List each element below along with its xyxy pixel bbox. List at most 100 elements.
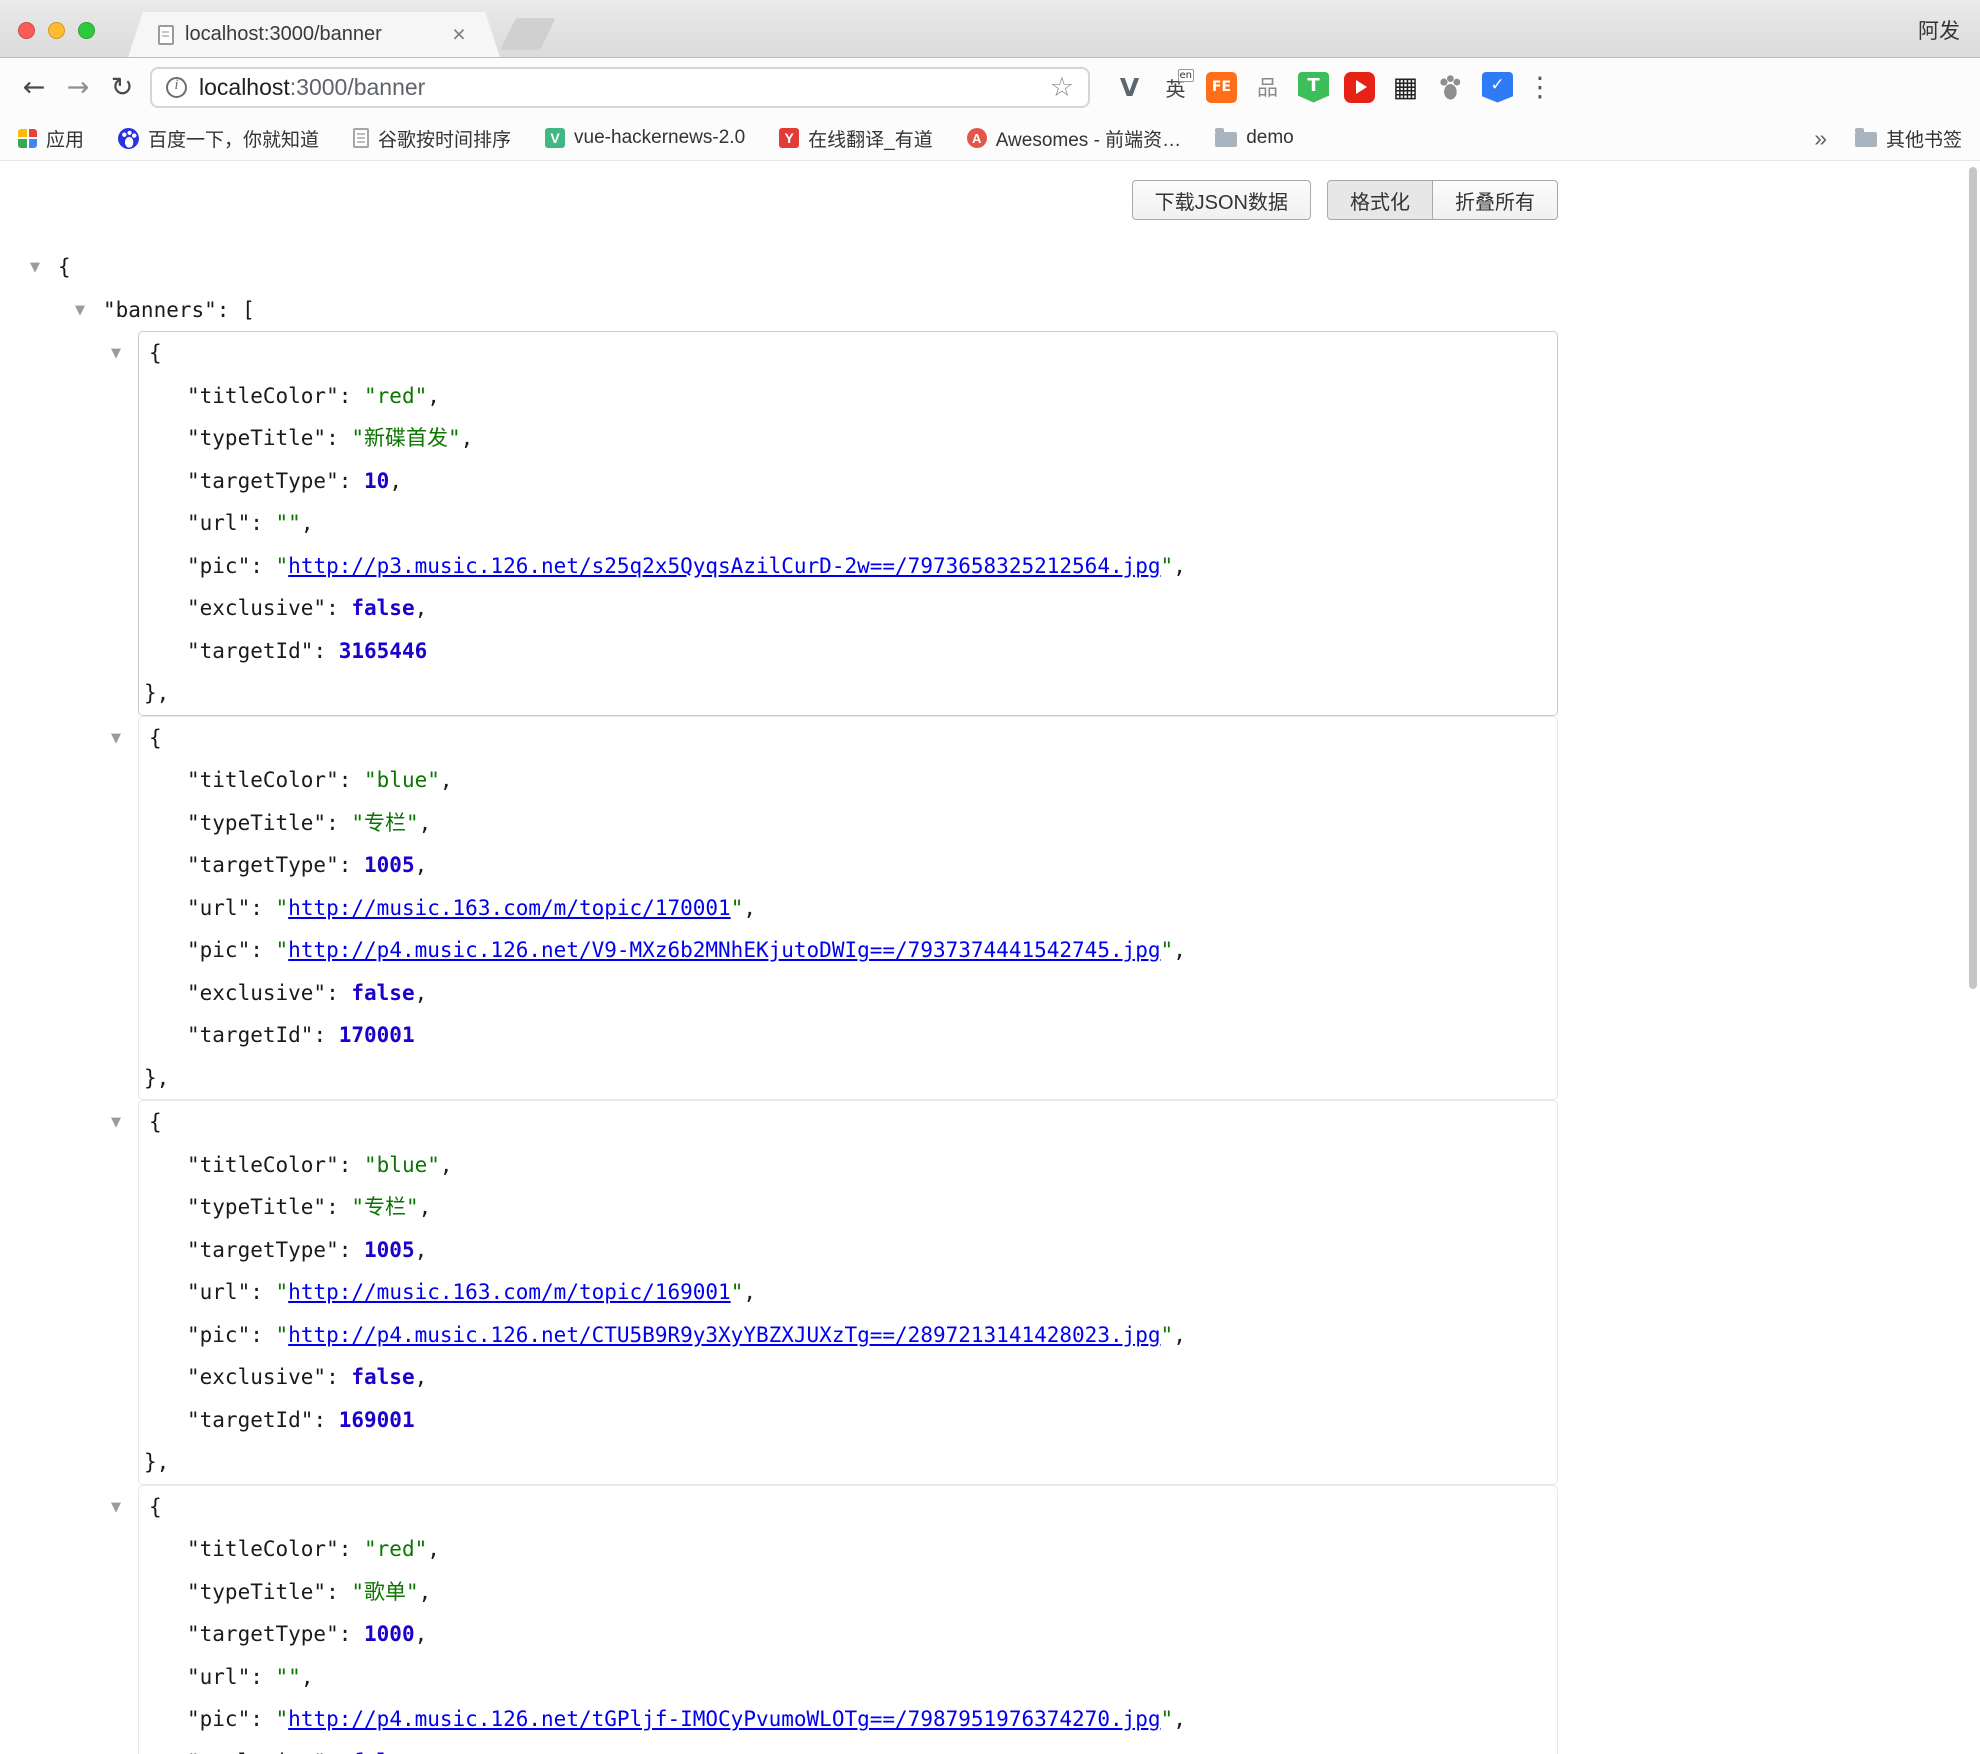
- banner-object: {"titleColor": "red","typeTitle": "歌单","…: [138, 1485, 1558, 1754]
- youtube-extension-icon[interactable]: [1344, 72, 1375, 103]
- json-line: },: [139, 1441, 1557, 1484]
- collapse-arrow-icon[interactable]: [30, 247, 40, 290]
- json-token: "red": [364, 384, 427, 408]
- back-button[interactable]: [12, 65, 56, 109]
- traffic-lights: [18, 22, 95, 39]
- json-line: "pic": "http://p4.music.126.net/V9-MXz6b…: [139, 929, 1557, 972]
- tampermonkey-extension-icon[interactable]: [1298, 72, 1329, 103]
- page-icon: [353, 128, 369, 148]
- json-token: "typeTitle": [187, 1195, 326, 1219]
- reload-button[interactable]: [100, 65, 144, 109]
- collapse-arrow-icon[interactable]: [75, 290, 85, 333]
- minimize-window-button[interactable]: [48, 22, 65, 39]
- json-token: "pic": [187, 1323, 250, 1347]
- json-token: 1005: [364, 1238, 415, 1262]
- translate-extension-icon[interactable]: [1160, 72, 1191, 103]
- json-link[interactable]: http://p4.music.126.net/tGPljf-IMOCyPvum…: [288, 1707, 1160, 1731]
- json-token: "": [276, 511, 301, 535]
- collapse-arrow-icon[interactable]: [111, 333, 121, 376]
- json-token: ,: [415, 853, 428, 877]
- json-token: ": [276, 896, 289, 920]
- json-token: {: [149, 1495, 162, 1519]
- paw-glyph: [1436, 72, 1467, 103]
- vue-icon: [545, 128, 565, 148]
- url-text[interactable]: localhost:3000/banner: [199, 74, 1038, 101]
- json-token: ,: [415, 596, 428, 620]
- org-extension-icon[interactable]: [1252, 72, 1283, 103]
- zoom-window-button[interactable]: [78, 22, 95, 39]
- json-line: "titleColor": "red",: [139, 375, 1557, 418]
- json-token: :: [326, 426, 351, 450]
- json-token: ": [1161, 938, 1174, 962]
- json-link[interactable]: http://p4.music.126.net/V9-MXz6b2MNhEKju…: [288, 938, 1160, 962]
- bookmarks-overflow-chevron[interactable]: »: [1814, 125, 1827, 152]
- json-token: :: [250, 554, 275, 578]
- bookmark-google-sort[interactable]: 谷歌按时间排序: [353, 125, 511, 152]
- bookmark-star-icon[interactable]: [1050, 72, 1074, 103]
- close-window-button[interactable]: [18, 22, 35, 39]
- json-line: },: [139, 672, 1557, 715]
- scrollbar[interactable]: [1969, 167, 1977, 989]
- json-token: "titleColor": [187, 768, 339, 792]
- profile-name[interactable]: 阿发: [1918, 15, 1960, 45]
- json-token: ": [276, 1280, 289, 1304]
- json-link[interactable]: http://p4.music.126.net/CTU5B9R9y3XyYBZX…: [288, 1323, 1160, 1347]
- json-token: :: [250, 896, 275, 920]
- json-token: "targetType": [187, 1622, 339, 1646]
- json-line: "typeTitle": "专栏",: [139, 802, 1557, 845]
- json-token: :: [339, 1238, 364, 1262]
- json-token: "blue": [364, 1153, 440, 1177]
- json-token: ": [731, 1280, 744, 1304]
- json-line: "exclusive": false,: [139, 1356, 1557, 1399]
- json-link[interactable]: http://music.163.com/m/topic/169001: [288, 1280, 731, 1304]
- json-token: 170001: [339, 1023, 415, 1047]
- format-button[interactable]: 格式化: [1327, 180, 1433, 220]
- json-line: "titleColor": "blue",: [139, 759, 1557, 802]
- forward-button[interactable]: [56, 65, 100, 109]
- download-json-button[interactable]: 下载JSON数据: [1132, 180, 1311, 220]
- bookmark-apps[interactable]: 应用: [18, 125, 84, 152]
- browser-tab[interactable]: localhost:3000/banner: [128, 12, 500, 57]
- qrcode-extension-icon[interactable]: [1390, 72, 1421, 103]
- json-token: ,: [415, 981, 428, 1005]
- collapse-all-button[interactable]: 折叠所有: [1433, 180, 1558, 220]
- tab-close-icon[interactable]: [448, 23, 470, 46]
- json-token: ,: [1173, 1323, 1186, 1347]
- bookmark-demo[interactable]: demo: [1215, 127, 1294, 149]
- site-info-icon[interactable]: [166, 77, 187, 98]
- json-token: "url": [187, 896, 250, 920]
- json-token: "titleColor": [187, 384, 339, 408]
- baidu-icon: [118, 128, 139, 149]
- security-extension-icon[interactable]: [1482, 72, 1513, 103]
- json-token: ,: [1173, 1707, 1186, 1731]
- json-link[interactable]: http://music.163.com/m/topic/170001: [288, 896, 731, 920]
- collapse-arrow-icon[interactable]: [111, 718, 121, 761]
- json-token: :: [313, 1408, 338, 1432]
- json-token: ": [731, 896, 744, 920]
- collapse-arrow-icon[interactable]: [111, 1487, 121, 1530]
- json-token: "exclusive": [187, 981, 326, 1005]
- bookmark-baidu[interactable]: 百度一下，你就知道: [118, 125, 319, 152]
- fe-helper-extension-icon[interactable]: [1206, 72, 1237, 103]
- banner-object: {"titleColor": "blue","typeTitle": "专栏",…: [138, 716, 1558, 1101]
- address-bar[interactable]: localhost:3000/banner: [150, 67, 1090, 108]
- json-token: 3165446: [339, 639, 428, 663]
- bookmark-awesomes[interactable]: Awesomes - 前端资…: [967, 125, 1181, 152]
- bookmark-youdao-translate[interactable]: 在线翻译_有道: [779, 125, 933, 152]
- json-token: :: [339, 1153, 364, 1177]
- vimium-extension-icon[interactable]: [1114, 72, 1145, 103]
- paw-extension-icon[interactable]: [1436, 72, 1467, 103]
- bookmark-vue-hackernews[interactable]: vue-hackernews-2.0: [545, 127, 745, 149]
- collapse-arrow-icon[interactable]: [111, 1102, 121, 1145]
- json-token: "banners": [103, 298, 217, 322]
- json-line: "targetId": 170001: [139, 1014, 1557, 1057]
- new-tab-button[interactable]: [500, 18, 556, 50]
- json-token: :: [326, 1365, 351, 1389]
- json-token: :: [326, 1750, 351, 1754]
- json-line: "targetType": 1000,: [139, 1613, 1557, 1656]
- security-glyph: [1482, 72, 1513, 103]
- chrome-menu-icon[interactable]: [1525, 72, 1555, 103]
- awesomes-icon: [967, 128, 987, 148]
- json-link[interactable]: http://p3.music.126.net/s25q2x5QyqsAzilC…: [288, 554, 1160, 578]
- bookmark-other-bookmarks[interactable]: 其他书签: [1855, 125, 1962, 152]
